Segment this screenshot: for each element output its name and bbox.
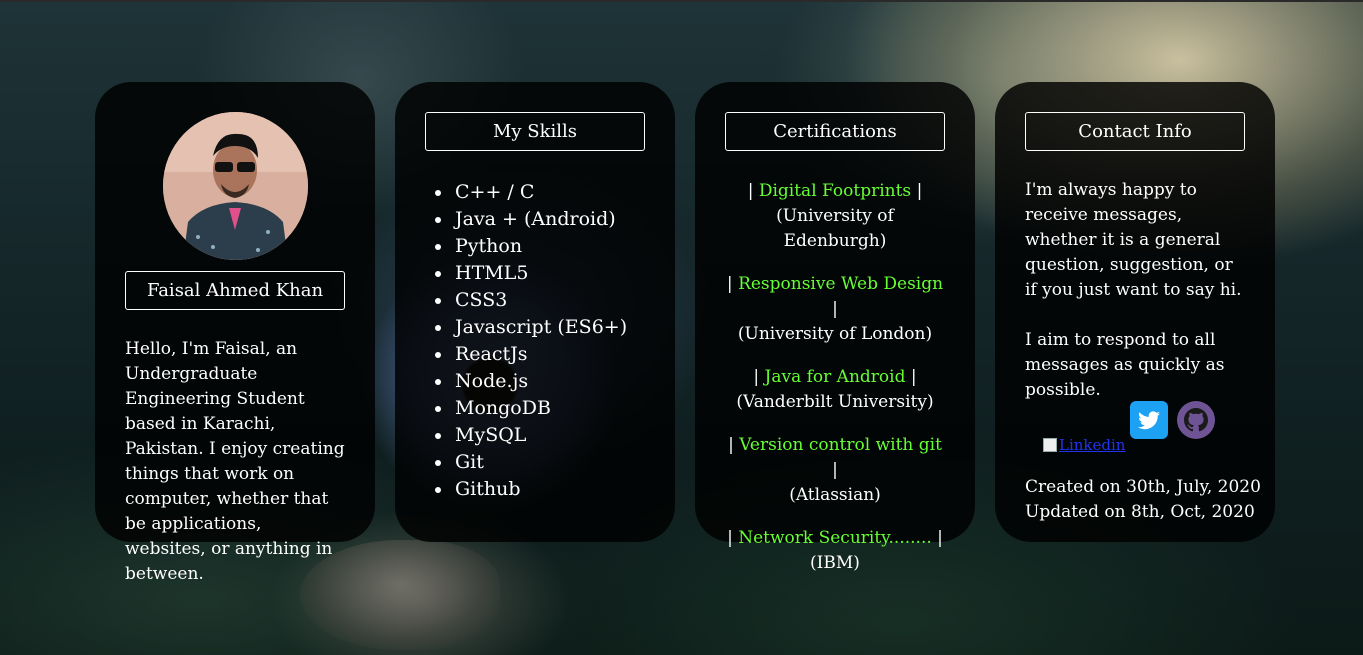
github-link[interactable]: [1177, 401, 1215, 439]
skill-item: CSS3: [435, 287, 645, 314]
linkedin-icon: [1043, 438, 1057, 452]
skill-item: MySQL: [435, 422, 645, 449]
certification-name: Java for Android: [764, 367, 906, 387]
skill-item: Java + (Android): [435, 206, 645, 233]
certifications-list: | Digital Footprints | (University of Ed…: [725, 179, 945, 576]
linkedin-alt-text: Linkedin: [1059, 436, 1126, 454]
top-strip: [0, 0, 1363, 2]
certification-item: | Version control with git | (Atlassian): [725, 433, 945, 508]
skills-card: My Skills C++ / C Java + (Android) Pytho…: [395, 82, 675, 542]
contact-paragraph: I'm always happy to receive messages, wh…: [1025, 180, 1242, 300]
skill-item: Git: [435, 449, 645, 476]
certification-name: Responsive Web Design: [738, 274, 944, 294]
certification-issuer: (University of Edenburgh): [776, 206, 894, 251]
certification-issuer: (IBM): [810, 553, 860, 573]
skill-item: Python: [435, 233, 645, 260]
twitter-icon: [1138, 411, 1160, 430]
contact-text: I'm always happy to receive messages, wh…: [1025, 178, 1245, 403]
certifications-card: Certifications | Digital Footprints | (U…: [695, 82, 975, 573]
created-date: Created on 30th, July, 2020: [1025, 477, 1261, 497]
certification-issuer: (Atlassian): [789, 485, 881, 505]
skill-item: Javascript (ES6+): [435, 314, 645, 341]
skill-item: Github: [435, 476, 645, 503]
site-dates: Created on 30th, July, 2020 Updated on 8…: [1025, 475, 1261, 525]
linkedin-link[interactable]: Linkedin: [1043, 436, 1125, 454]
contact-card: Contact Info I'm always happy to receive…: [995, 82, 1275, 542]
separator: |: [832, 299, 838, 319]
certification-issuer: (Vanderbilt University): [736, 392, 934, 412]
profile-bio: Hello, I'm Faisal, an Undergraduate Engi…: [125, 339, 345, 584]
avatar: [163, 112, 308, 260]
skills-title: My Skills: [425, 112, 645, 151]
social-links: Linkedin: [1043, 400, 1243, 460]
certification-item: | Network Security........ | (IBM): [725, 526, 945, 576]
separator: |: [727, 528, 733, 548]
twitter-link[interactable]: [1130, 401, 1168, 439]
profile-name: Faisal Ahmed Khan: [125, 271, 345, 310]
separator: |: [910, 367, 917, 387]
skill-item: MongoDB: [435, 395, 645, 422]
separator: |: [728, 435, 734, 455]
updated-date: Updated on 8th, Oct, 2020: [1025, 502, 1255, 522]
separator: |: [916, 181, 923, 201]
certification-item: | Responsive Web Design | (University of…: [725, 272, 945, 347]
certifications-title: Certifications: [725, 112, 945, 151]
contact-title: Contact Info: [1025, 112, 1245, 151]
certification-issuer: (University of London): [737, 324, 933, 344]
certification-name: Version control with git: [739, 435, 942, 455]
separator: |: [726, 274, 733, 294]
certification-item: | Java for Android | (Vanderbilt Univers…: [725, 365, 945, 415]
separator: |: [832, 460, 838, 480]
skill-item: ReactJs: [435, 341, 645, 368]
profile-card: Faisal Ahmed Khan Hello, I'm Faisal, an …: [95, 82, 375, 584]
skill-item: C++ / C: [435, 179, 645, 206]
certification-name: Digital Footprints: [758, 181, 912, 201]
github-icon: [1177, 401, 1215, 439]
certification-item: | Digital Footprints | (University of Ed…: [725, 179, 945, 254]
contact-paragraph: I aim to respond to all messages as quic…: [1025, 330, 1225, 400]
separator: |: [747, 181, 754, 201]
skill-item: HTML5: [435, 260, 645, 287]
separator: |: [937, 528, 943, 548]
skill-item: Node.js: [435, 368, 645, 395]
certification-name: Network Security........: [738, 528, 932, 548]
separator: |: [753, 367, 760, 387]
avatar-photo: [163, 112, 308, 260]
skills-list: C++ / C Java + (Android) Python HTML5 CS…: [425, 179, 645, 503]
